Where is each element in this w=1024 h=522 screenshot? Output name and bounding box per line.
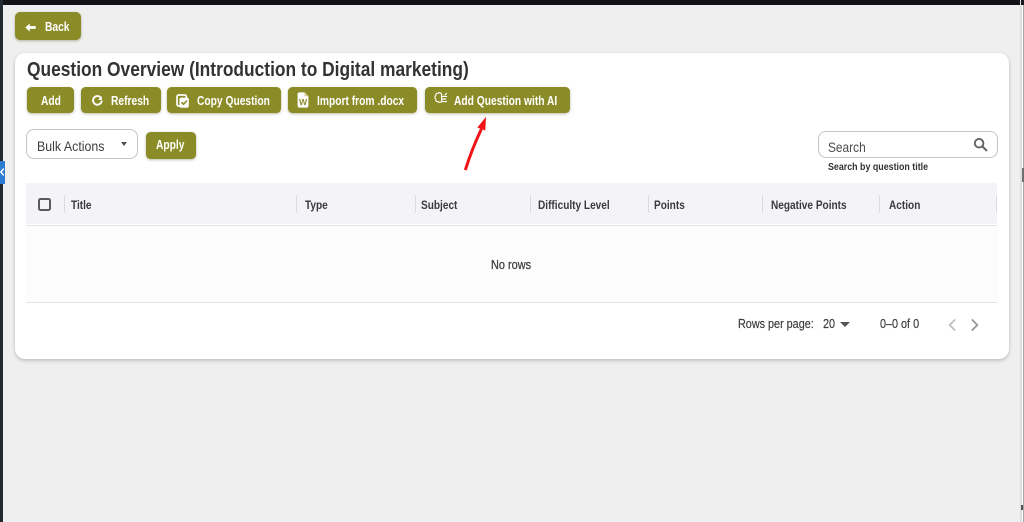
svg-text:W: W: [299, 97, 308, 107]
